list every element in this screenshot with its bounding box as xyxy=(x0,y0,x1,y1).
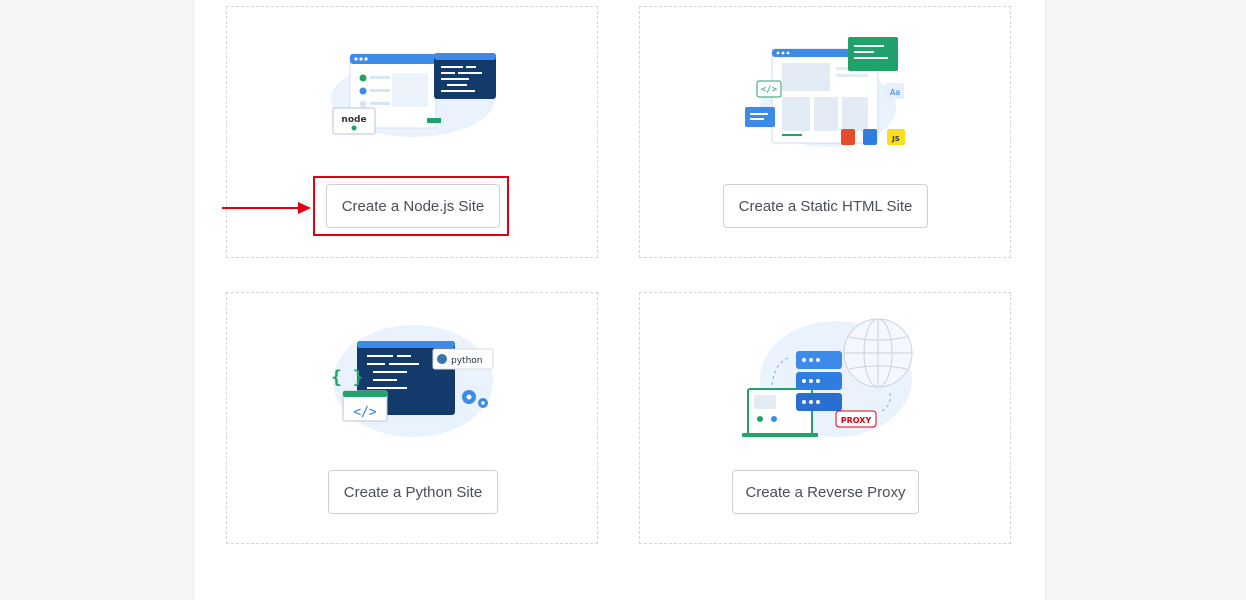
svg-text:{ }: { } xyxy=(331,367,364,388)
svg-text:JS: JS xyxy=(891,135,900,143)
highlight-box xyxy=(313,176,509,236)
create-reverse-proxy-button[interactable]: Create a Reverse Proxy xyxy=(732,470,919,514)
reverse-proxy-card: PROXY Create a Reverse Proxy xyxy=(639,292,1011,544)
nodejs-illustration: node xyxy=(331,53,496,137)
svg-text:python: python xyxy=(451,356,482,366)
python-site-card: python { } </> Create a Python Site xyxy=(226,292,598,544)
svg-text:</>: </> xyxy=(761,85,778,95)
svg-text:Aa: Aa xyxy=(890,88,900,97)
python-illustration: python { } </> xyxy=(331,325,494,437)
svg-text:PROXY: PROXY xyxy=(841,416,872,425)
reverse-proxy-illustration: PROXY xyxy=(742,318,913,437)
create-static-html-site-button[interactable]: Create a Static HTML Site xyxy=(723,184,928,228)
main-panel: node Create a Node.js Site </> Aa JS Cre… xyxy=(193,0,1046,600)
create-python-site-button[interactable]: Create a Python Site xyxy=(328,470,498,514)
pointer-arrow-icon xyxy=(222,202,311,214)
svg-text:node: node xyxy=(341,115,366,125)
svg-text:</>: </> xyxy=(353,405,377,420)
static-html-illustration: </> Aa JS xyxy=(745,37,905,147)
static-html-site-card: </> Aa JS Create a Static HTML Site xyxy=(639,6,1011,258)
